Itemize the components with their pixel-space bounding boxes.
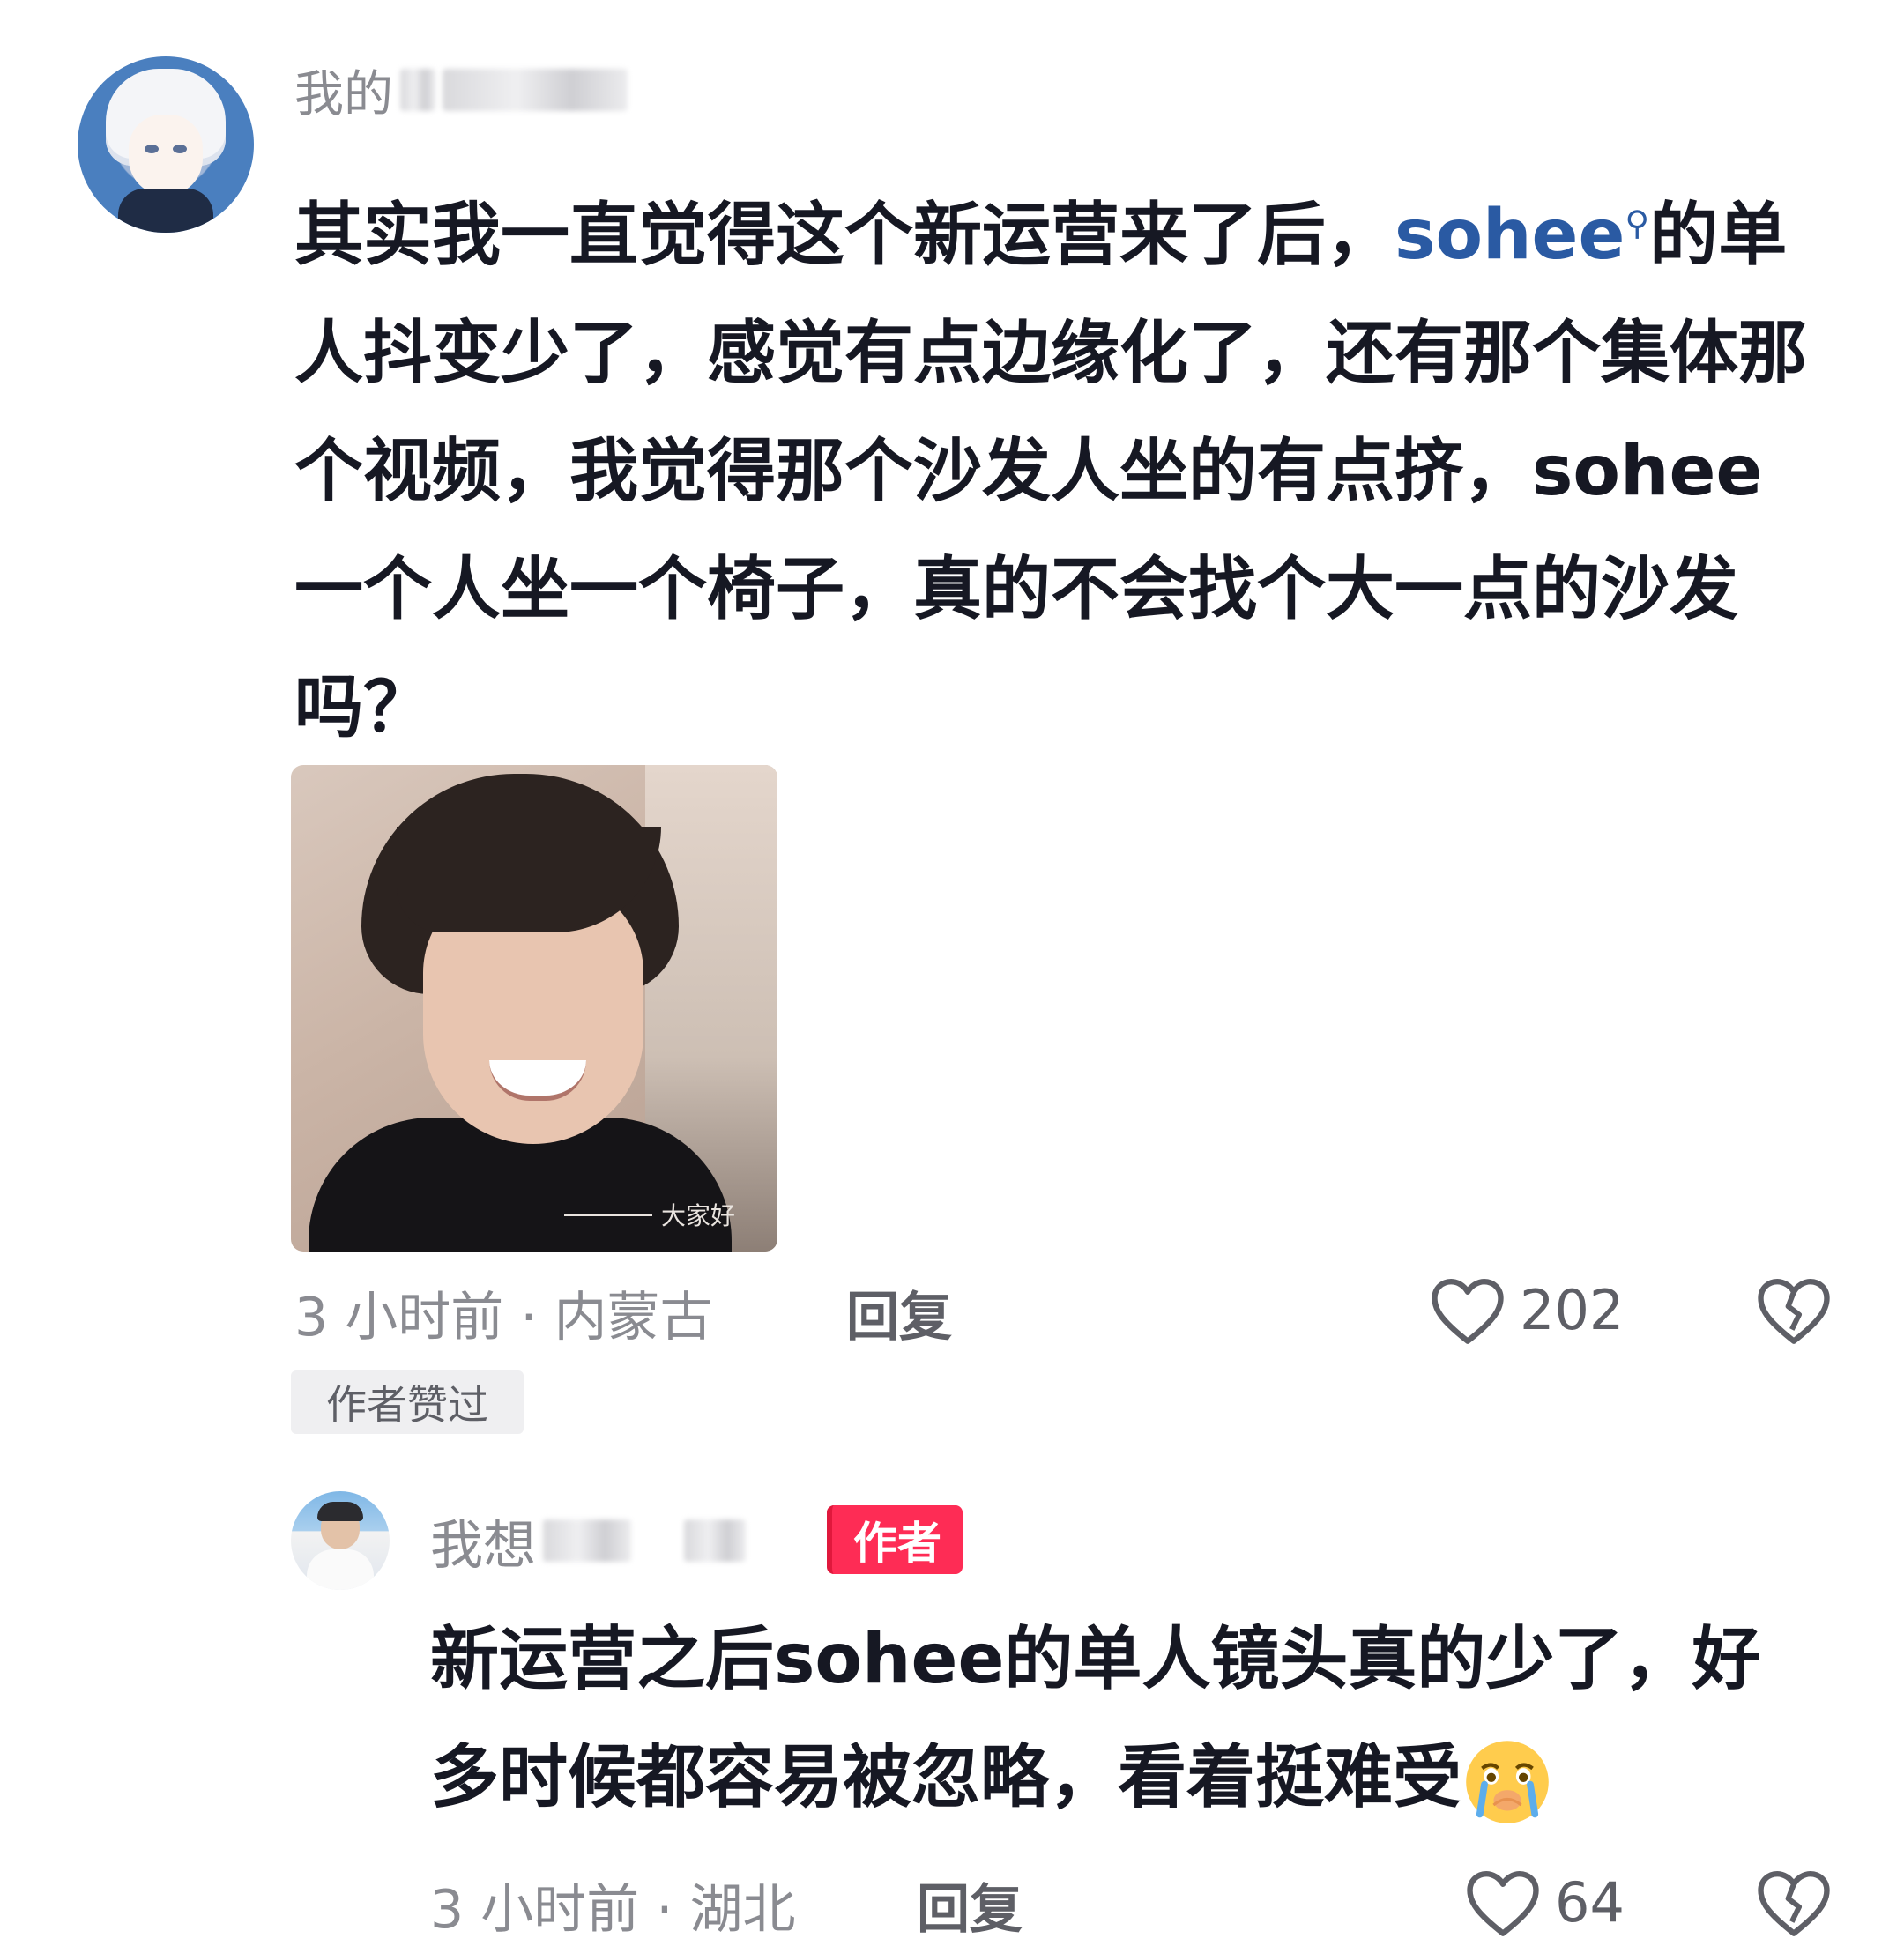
comment-image[interactable]: 大家好 <box>291 765 777 1252</box>
reply-like-count: 64 <box>1555 1869 1625 1935</box>
comment-time-location: 3 小时前 · 内蒙古 <box>294 1287 713 1348</box>
avatar-collar <box>118 189 213 233</box>
comment-like-button[interactable]: 202 <box>1428 1273 1624 1347</box>
reply-username-text: 我想 <box>430 1514 536 1577</box>
photo-caption-line <box>564 1214 652 1216</box>
username-blur-2 <box>443 69 628 111</box>
avatar-eye-left <box>145 145 159 153</box>
reply-username[interactable]: 我想 <box>430 1505 746 1577</box>
reply-avatar-cap <box>317 1502 363 1521</box>
commenter-avatar[interactable] <box>78 56 254 233</box>
comment-reply-button[interactable]: 回复 <box>846 1274 952 1351</box>
broken-heart-icon <box>1754 1273 1833 1347</box>
comment-text: 其实我一直觉得这个新运营来了后，sohee⚲的单人抖变少了，感觉有点边缘化了，还… <box>294 164 1811 767</box>
comment-text-part1: 其实我一直觉得这个新运营来了后， <box>294 196 1395 275</box>
reply-avatar-body <box>307 1549 374 1590</box>
reply-time-location: 3 小时前 · 湖北 <box>430 1879 796 1941</box>
username-blur-1 <box>400 69 435 111</box>
sohee-search-link[interactable]: sohee⚲ <box>1395 196 1649 275</box>
broken-heart-icon <box>1754 1865 1833 1939</box>
reply-text: 新运营之后sohee的单人镜头真的少了，好多时候都容易被忽略，看着挺难受 <box>430 1601 1805 1837</box>
reply-text-body: 新运营之后sohee的单人镜头真的少了，好多时候都容易被忽略，看着挺难受 <box>430 1620 1761 1817</box>
avatar-face <box>129 115 203 196</box>
heart-icon <box>1428 1273 1507 1347</box>
heart-icon <box>1463 1865 1543 1939</box>
reply-like-button[interactable]: 64 <box>1463 1865 1625 1939</box>
comment-like-count: 202 <box>1520 1277 1625 1342</box>
reply-dislike-button[interactable] <box>1754 1865 1833 1939</box>
author-badge: 作者 <box>827 1505 963 1574</box>
reply-username-blur-2 <box>684 1519 746 1562</box>
comment-dislike-button[interactable] <box>1754 1273 1833 1347</box>
reply-author-avatar[interactable] <box>291 1491 390 1590</box>
avatar-eye-right <box>173 145 187 153</box>
reply-reply-button[interactable]: 回复 <box>917 1867 1023 1943</box>
commenter-username-text: 我的 <box>294 65 393 123</box>
commenter-username[interactable]: 我的 <box>294 58 628 123</box>
photo-caption: 大家好 <box>661 1201 736 1230</box>
author-liked-tag: 作者赞过 <box>291 1370 524 1434</box>
comment-text-part2: 的单人抖变少了，感觉有点边缘化了，还有那个集体那个视频，我觉得那个沙发人坐的有点… <box>294 196 1808 747</box>
sohee-link-text: sohee <box>1395 196 1625 275</box>
reply-username-blur-1 <box>543 1519 631 1562</box>
crying-face-emoji <box>1461 1736 1553 1828</box>
search-icon: ⚲ <box>1625 204 1650 242</box>
